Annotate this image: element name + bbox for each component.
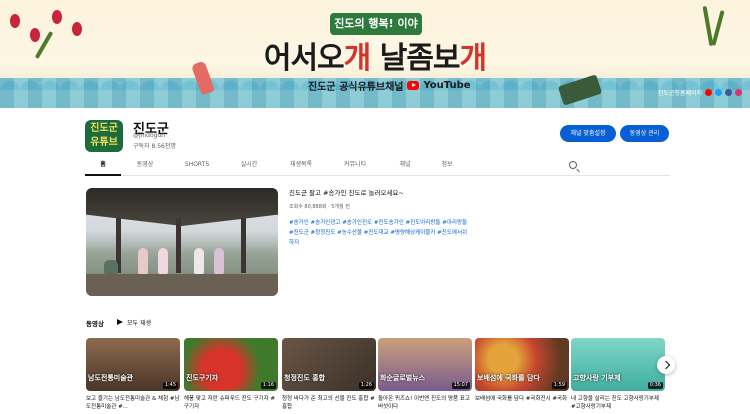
video-card[interactable]: 화순글로벌뉴스 15:07 돌아온 퀴즈쇼! 이번엔 진도의 명품 표고버섯이다 bbox=[378, 338, 472, 411]
camellia-decoration bbox=[52, 10, 62, 24]
channel-avatar[interactable]: 진도군 유튜브 bbox=[85, 120, 123, 152]
tab-home[interactable]: 홈 bbox=[85, 156, 121, 176]
banner-tag: 진도의 행복! 이야기 bbox=[330, 13, 422, 52]
banner-links[interactable]: 진도군청홈페이지 bbox=[658, 88, 742, 97]
video-thumbnail[interactable]: 고향사랑 기부제 0:36 bbox=[571, 338, 665, 391]
tab-channels[interactable]: 채널 bbox=[387, 156, 423, 176]
video-thumbnail[interactable]: 보배섬에 국화를 담다 1:59 bbox=[475, 338, 569, 391]
tab-playlists[interactable]: 재생목록 bbox=[281, 156, 321, 176]
video-title[interactable]: 내 고향을 살리는 진도 고향사랑기부제 #고향사랑기부제 bbox=[571, 395, 665, 411]
video-card[interactable]: 보배섬에 국화를 담다 1:59 보배섬에 국화를 담다 #국화전시 #국화 bbox=[475, 338, 569, 411]
tab-community[interactable]: 커뮤니티 bbox=[335, 156, 375, 176]
featured-video-hashtags[interactable]: #송가인 #송가인광고 #송가인진도 #진도송가인 #진도아리랑들 #아리랑들 … bbox=[289, 218, 469, 248]
channel-banner: 진도의 행복! 이야기 어서오개 날좀보개 진도군 공식유튜브채널 YouTub… bbox=[0, 0, 750, 108]
channel-tabs: 홈 동영상 SHORTS 실시간 재생목록 커뮤니티 채널 정보 bbox=[85, 156, 670, 176]
video-title[interactable]: 보배섬에 국화를 담다 #국화전시 #국화 bbox=[475, 395, 569, 411]
video-duration: 1:59 bbox=[551, 382, 567, 389]
section-title: 동영상 bbox=[86, 320, 104, 328]
banner-subline: 진도군 공식유튜브채널 YouTube bbox=[308, 80, 471, 93]
video-duration: 0:36 bbox=[647, 382, 663, 389]
subscriber-count: 구독자 8.56천명 bbox=[133, 143, 176, 150]
tab-shorts[interactable]: SHORTS bbox=[177, 156, 217, 176]
video-duration: 1:16 bbox=[260, 382, 276, 389]
featured-video-thumbnail[interactable] bbox=[86, 188, 278, 296]
video-card[interactable]: 청정진도 홍합 1:26 청정 바다가 준 최고의 선물 진도 홍합 #홍합 bbox=[282, 338, 376, 411]
video-title[interactable]: 돌아온 퀴즈쇼! 이번엔 진도의 명품 표고버섯이다 bbox=[378, 395, 472, 411]
homepage-link[interactable]: 진도군청홈페이지 bbox=[658, 88, 702, 97]
search-icon[interactable] bbox=[569, 161, 577, 169]
youtube-logo-icon bbox=[407, 81, 420, 90]
video-thumbnail[interactable]: 진도구기자 1:16 bbox=[184, 338, 278, 391]
channel-handle: @jindogun bbox=[133, 132, 166, 139]
video-thumbnail[interactable]: 화순글로벌뉴스 15:07 bbox=[378, 338, 472, 391]
tab-about[interactable]: 정보 bbox=[431, 156, 463, 176]
video-duration: 1:26 bbox=[358, 382, 374, 389]
video-duration: 15:07 bbox=[451, 382, 470, 389]
manage-videos-button[interactable]: 동영상 관리 bbox=[620, 125, 669, 142]
play-icon[interactable] bbox=[117, 319, 123, 325]
tab-videos[interactable]: 동영상 bbox=[125, 156, 165, 176]
camellia-decoration bbox=[10, 14, 20, 28]
banner-headline: 어서오개 날좀보개 bbox=[263, 41, 487, 76]
featured-video-title[interactable]: 진도군 팔고 #송가인 진도로 놀러오세요~ bbox=[289, 187, 404, 197]
featured-video-meta: 조회수 80,888회 · 5개월 전 bbox=[289, 204, 350, 210]
tab-live[interactable]: 실시간 bbox=[229, 156, 269, 176]
video-card[interactable]: 남도전통미술관 1:45 보고 즐기는 남도전통미술관 & 체험 #남도전통미술… bbox=[86, 338, 180, 411]
video-title[interactable]: 청정 바다가 준 최고의 선물 진도 홍합 #홍합 bbox=[282, 395, 376, 411]
video-card[interactable]: 진도구기자 1:16 해풍 맞고 자란 슈퍼푸드 진도 구기자 #구기자 bbox=[184, 338, 278, 411]
video-title[interactable]: 보고 즐기는 남도전통미술관 & 체험 #남도전통미술관 #... bbox=[86, 395, 180, 411]
youtube-link-icon[interactable] bbox=[705, 89, 712, 96]
next-arrow-icon[interactable] bbox=[657, 356, 675, 374]
blog-link-icon[interactable] bbox=[715, 89, 722, 96]
video-title[interactable]: 해풍 맞고 자란 슈퍼푸드 진도 구기자 #구기자 bbox=[184, 395, 278, 411]
video-thumbnail[interactable]: 청정진도 홍합 1:26 bbox=[282, 338, 376, 391]
video-thumbnail[interactable]: 남도전통미술관 1:45 bbox=[86, 338, 180, 391]
video-duration: 1:45 bbox=[162, 382, 178, 389]
customize-channel-button[interactable]: 채널 맞춤설정 bbox=[560, 125, 616, 142]
video-card[interactable]: 고향사랑 기부제 0:36 내 고향을 살리는 진도 고향사랑기부제 #고향사랑… bbox=[571, 338, 665, 411]
instagram-link-icon[interactable] bbox=[735, 89, 742, 96]
play-all-link[interactable]: 모두 재생 bbox=[127, 318, 151, 327]
facebook-link-icon[interactable] bbox=[725, 89, 732, 96]
